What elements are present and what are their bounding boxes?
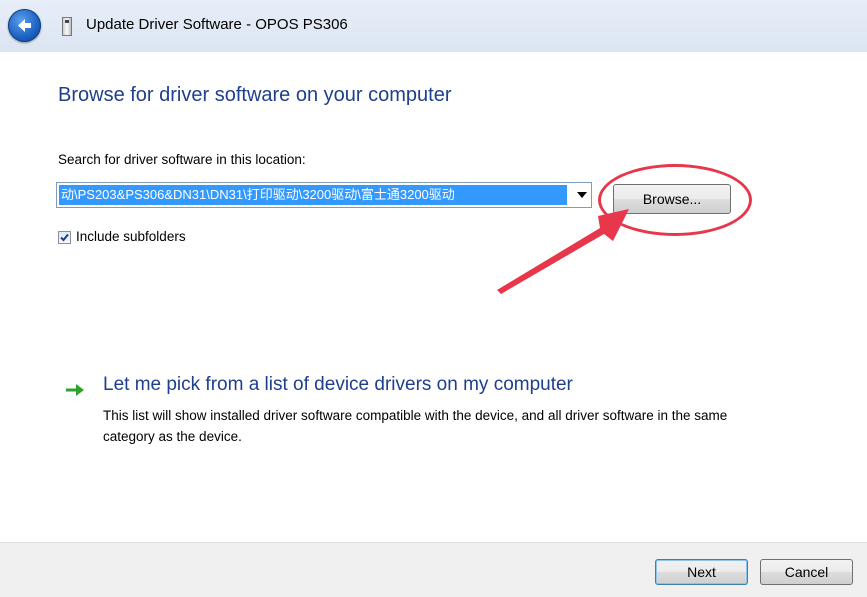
include-subfolders-label[interactable]: Include subfolders [76, 229, 186, 244]
next-button[interactable]: Next [655, 559, 748, 585]
checkmark-icon [60, 233, 69, 242]
footer-bar: Next Cancel [0, 542, 867, 597]
green-arrow-icon [66, 384, 84, 396]
annotation-arrow-icon [497, 209, 629, 294]
pick-from-list-link[interactable]: Let me pick from a list of device driver… [103, 374, 573, 396]
cancel-button[interactable]: Cancel [760, 559, 853, 585]
include-subfolders-checkbox[interactable] [58, 231, 71, 244]
pick-from-list-description: This list will show installed driver sof… [103, 408, 728, 444]
